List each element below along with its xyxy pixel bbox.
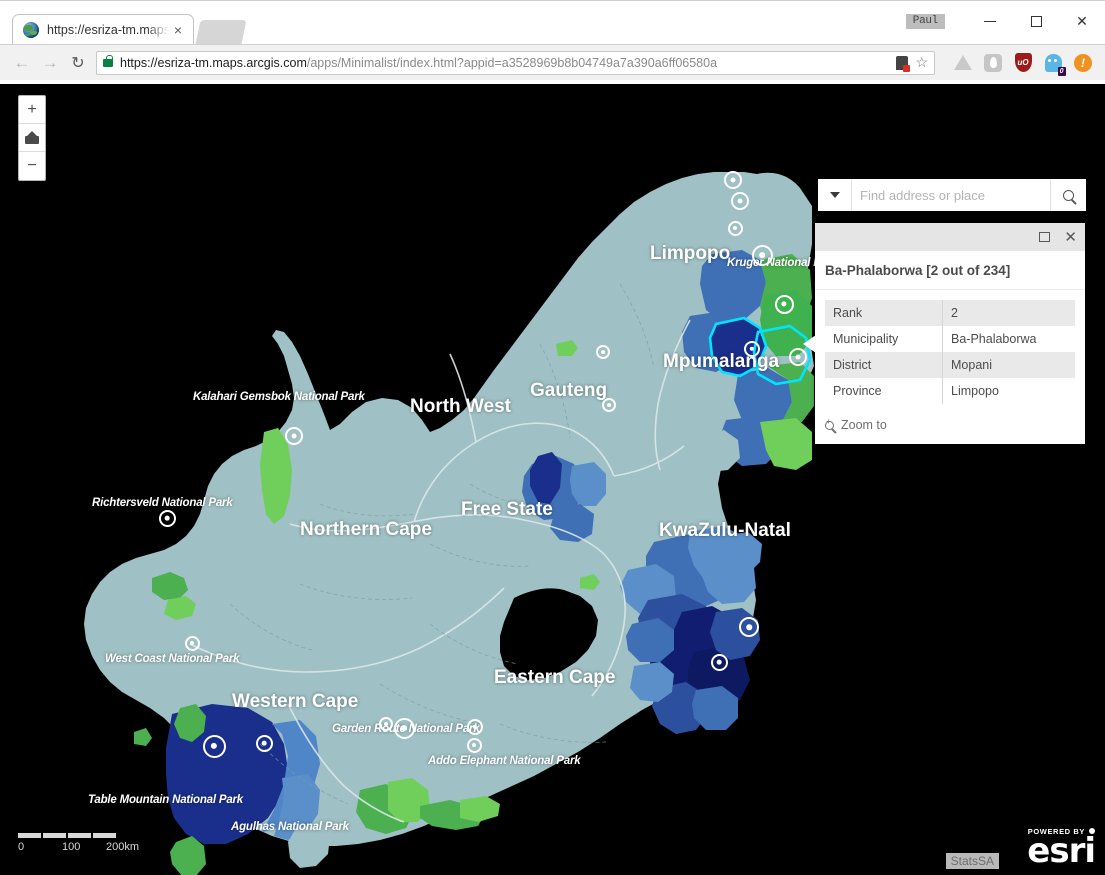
popup-header: ✕ [815,223,1085,251]
popup-maximize-icon[interactable] [1039,232,1050,242]
map-marker[interactable] [731,192,749,210]
new-tab-button[interactable] [195,20,246,44]
popup-zoom-to-button[interactable]: Zoom to [815,414,1085,444]
address-bar[interactable]: https://esriza-tm.maps.arcgis.com/apps/M… [96,51,935,75]
map-marker[interactable] [744,341,760,357]
map-marker[interactable] [379,717,393,731]
esri-wordmark: esri [1027,836,1095,867]
zoom-in-button[interactable]: + [19,96,45,124]
reload-button[interactable]: ↻ [64,49,92,77]
map-zoom-controls[interactable]: + − [18,95,46,181]
attr-key: Rank [825,300,943,326]
extension-icons: uO 0 ! [941,53,1097,73]
globe-favicon [23,22,39,38]
map-marker[interactable] [203,735,226,758]
scale-bar: 0 100 200km [18,833,138,855]
zoom-to-icon [825,421,834,430]
ublock-origin-icon[interactable]: uO [1013,53,1033,73]
window-close-button[interactable]: ✕ [1059,6,1105,36]
search-source-dropdown[interactable] [818,179,852,211]
bookmark-star-icon[interactable]: ☆ [915,54,928,71]
browser-titlebar: https://esriza-tm.maps.ar × Paul ✕ [0,0,1105,44]
table-row: Municipality Ba-Phalaborwa [825,326,1075,352]
window-maximize-button[interactable] [1013,6,1059,36]
home-icon [25,132,39,144]
search-input[interactable] [852,179,1050,211]
address-path: /apps/Minimalist/index.html?appid=a35289… [307,56,717,70]
back-button[interactable]: ← [8,49,36,77]
attr-value: Ba-Phalaborwa [943,326,1076,352]
save-page-icon[interactable] [896,56,908,70]
map-marker[interactable] [724,171,742,189]
address-bar-url: https://esriza-tm.maps.arcgis.com/apps/M… [120,56,890,70]
browser-tab[interactable]: https://esriza-tm.maps.ar × [12,14,194,44]
map-marker[interactable] [467,738,482,753]
popup-pointer [803,335,816,353]
tab-title: https://esriza-tm.maps.ar [47,23,169,37]
table-row: Province Limpopo [825,378,1075,404]
attr-value: Limpopo [943,378,1076,404]
map-marker[interactable] [185,636,200,651]
attr-key: District [825,352,943,378]
browser-window: https://esriza-tm.maps.ar × Paul ✕ ← → ↻… [0,0,1105,875]
esri-powered-by-label: POWERED BY [1027,827,1095,836]
map-marker[interactable] [775,295,794,314]
feature-popup[interactable]: ✕ Ba-Phalaborwa [2 out of 234] Rank 2 Mu… [815,223,1085,444]
alert-icon[interactable]: ! [1073,53,1093,73]
map-marker[interactable] [256,735,273,752]
zoom-out-button[interactable]: − [19,152,45,180]
forward-button[interactable]: → [36,49,64,77]
search-widget[interactable] [818,179,1086,211]
scale-label-0: 0 [18,841,24,853]
popup-attribute-table: Rank 2 Municipality Ba-Phalaborwa Distri… [825,300,1075,404]
attr-key: Province [825,378,943,404]
attr-key: Municipality [825,326,943,352]
popup-title: Ba-Phalaborwa [2 out of 234] [815,251,1085,290]
scale-label-100: 100 [62,841,80,853]
browser-toolbar: ← → ↻ https://esriza-tm.maps.arcgis.com/… [0,44,1105,80]
search-icon [1063,190,1074,201]
attribution-statssa: StatsSA [946,853,999,869]
home-button[interactable] [19,124,45,152]
map-marker[interactable] [285,427,303,445]
tab-close-icon[interactable]: × [169,22,187,38]
scale-bar-ticks [18,833,118,838]
window-controls: Paul ✕ [906,1,1105,41]
map-marker[interactable] [467,719,483,735]
map-marker[interactable] [739,617,759,637]
esri-logo: POWERED BY esri [1027,827,1095,867]
scale-label-200: 200km [106,841,139,853]
lock-icon [103,59,113,67]
map-marker[interactable] [394,718,415,739]
map-viewport[interactable]: + − LimpopoMpumalangaGautengNorth WestFr… [0,84,1105,875]
map-marker[interactable] [602,398,616,412]
omnibox-icons: ☆ [896,54,928,71]
table-row: District Mopani [825,352,1075,378]
window-minimize-button[interactable] [967,6,1013,36]
attr-value: Mopani [943,352,1076,378]
chevron-down-icon [830,192,840,198]
address-host: https://esriza-tm.maps.arcgis.com [120,56,307,70]
attr-value: 2 [943,300,1076,326]
ghostery-icon[interactable]: 0 [1043,53,1063,73]
popup-close-icon[interactable]: ✕ [1064,230,1077,245]
map-marker[interactable] [159,510,176,527]
profile-chip[interactable]: Paul [906,14,945,29]
search-submit-button[interactable] [1050,179,1086,211]
popup-zoom-to-label: Zoom to [841,418,887,432]
map-marker[interactable] [752,245,773,266]
google-drive-icon[interactable] [953,53,973,73]
map-marker[interactable] [596,345,610,359]
table-row: Rank 2 [825,300,1075,326]
map-marker[interactable] [728,221,743,236]
tabstrip: https://esriza-tm.maps.ar × [0,0,244,44]
pocket-icon[interactable] [983,53,1003,73]
scale-bar-labels: 0 100 200km [18,841,138,855]
map-marker[interactable] [711,654,728,671]
